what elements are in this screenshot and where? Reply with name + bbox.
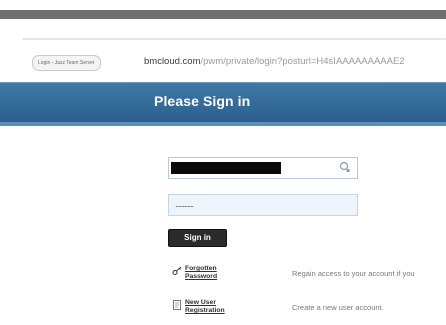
autofill-key-icon[interactable] xyxy=(339,161,351,173)
username-input[interactable] xyxy=(168,157,358,179)
browser-top-bar xyxy=(0,10,446,19)
forgotten-password-description: Regain access to your account if you xyxy=(292,269,415,278)
header-subbar xyxy=(0,122,446,126)
password-input[interactable]: ............ xyxy=(168,194,358,216)
address-bar[interactable]: Login - Jazz Team Server bmcloud.com/pwm… xyxy=(22,52,446,74)
url-domain: bmcloud.com xyxy=(144,56,201,67)
redacted-username xyxy=(171,162,281,174)
forgotten-password-link[interactable]: Forgotten Password xyxy=(185,265,233,281)
new-user-description: Create a new user account. xyxy=(292,303,384,312)
browser-tab[interactable]: Login - Jazz Team Server xyxy=(32,55,101,71)
sign-in-button[interactable]: Sign in xyxy=(168,229,227,247)
new-user-registration-link[interactable]: New User Registration xyxy=(185,299,233,315)
page-title: Please Sign in xyxy=(154,93,251,109)
toolbar-divider xyxy=(22,38,446,40)
page-header: Please Sign in xyxy=(0,82,446,123)
key-icon xyxy=(172,266,182,275)
document-icon xyxy=(173,300,181,310)
url-path: /pwm/private/login?posturl=H4sIAAAAAAAAA… xyxy=(200,56,405,67)
url-text[interactable]: bmcloud.com/pwm/private/login?posturl=H4… xyxy=(144,54,446,70)
